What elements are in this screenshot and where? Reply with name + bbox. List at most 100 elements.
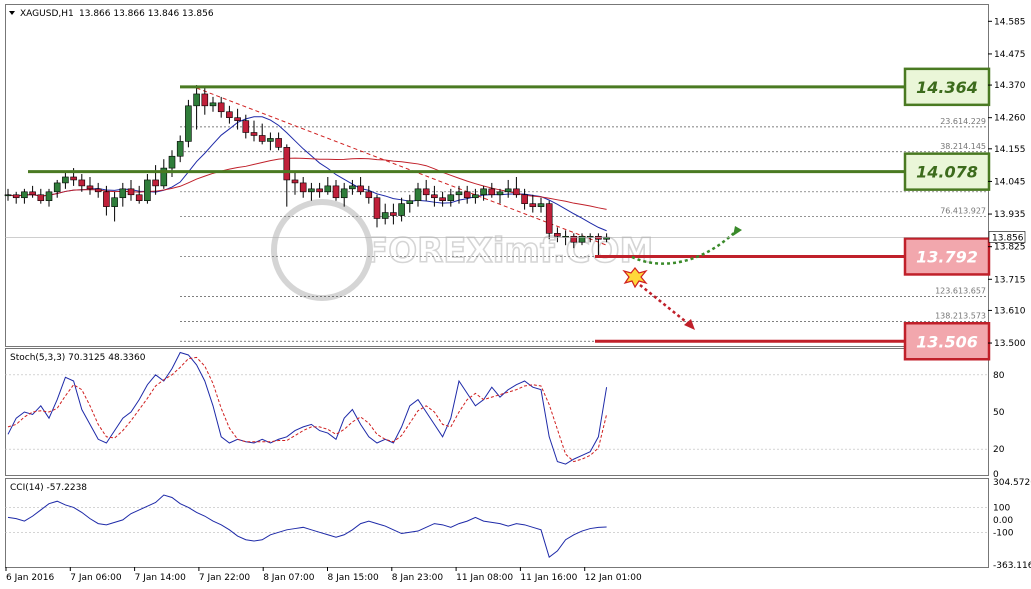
price-tick-label: 14.475 xyxy=(994,50,1026,60)
price-tick-label: 13.935 xyxy=(994,210,1026,220)
time-label: 8 Jan 23:00 xyxy=(392,573,444,583)
fib-price-label: 13.927 xyxy=(958,206,986,215)
bear-candle-body xyxy=(103,191,110,207)
bear-candle-body xyxy=(70,176,77,181)
cci-tick-label: 304.5726 xyxy=(993,478,1031,488)
bull-candle-body xyxy=(455,191,463,196)
price-tick-label: 14.045 xyxy=(994,177,1026,187)
bear-candle-body xyxy=(439,197,446,202)
bear-candle-body xyxy=(275,138,282,148)
ohlc-label: 13.866 13.866 13.846 13.856 xyxy=(79,9,214,19)
bear-candle-body xyxy=(373,197,381,219)
bull-candle-body xyxy=(45,191,53,202)
stoch-label: Stoch(5,3,3) 70.3125 48.3360 xyxy=(10,353,146,363)
fib-price-label: 14.145 xyxy=(958,142,986,151)
bear-candle-body xyxy=(299,182,307,193)
price-tick-label: 13.715 xyxy=(994,275,1026,285)
bull-candle-body xyxy=(537,203,545,207)
bull-candle-body xyxy=(4,194,12,197)
price-tick-label: 14.370 xyxy=(994,81,1026,91)
price-tick-label: 13.500 xyxy=(994,339,1026,349)
bear-candle-body xyxy=(316,188,323,193)
bull-candle-body xyxy=(586,235,594,238)
bear-candle-body xyxy=(431,194,438,199)
bull-candle-body xyxy=(119,188,127,199)
cci-tick-label: -100 xyxy=(993,528,1014,538)
bull-candle-body xyxy=(447,194,455,202)
bear-candle-body xyxy=(283,147,291,181)
bear-candle-body xyxy=(554,233,561,237)
bear-candle-body xyxy=(226,111,233,118)
bear-candle-body xyxy=(488,188,496,196)
bull-candle-body xyxy=(340,188,348,199)
bear-candle-body xyxy=(463,191,471,199)
bull-candle-body xyxy=(472,194,479,199)
time-label: 8 Jan 07:00 xyxy=(263,573,315,583)
bull-candle-body xyxy=(504,188,512,193)
bull-candle-body xyxy=(185,105,192,142)
bear-candle-body xyxy=(135,194,143,202)
bull-candle-body xyxy=(414,188,422,202)
svg-text:FOREXimf.COM: FOREXimf.COM xyxy=(365,231,653,271)
bull-candle-body xyxy=(62,176,69,184)
candle xyxy=(185,99,192,148)
time-label: 11 Jan 16:00 xyxy=(520,573,577,583)
time-label: 7 Jan 22:00 xyxy=(199,573,251,583)
fib-price-label: 14.229 xyxy=(958,117,986,126)
bear-candle-body xyxy=(357,185,364,193)
cci-label: CCI(14) -57.2238 xyxy=(10,483,87,493)
bear-candle-body xyxy=(217,102,225,113)
bear-candle-body xyxy=(234,117,241,121)
current-price-label: 13.856 xyxy=(992,233,1024,243)
bear-candle-body xyxy=(78,179,86,187)
bear-candle-body xyxy=(29,191,36,196)
time-label: 6 Jan 2016 xyxy=(6,573,54,583)
bull-candle-body xyxy=(496,191,504,196)
bull-candle-body xyxy=(562,235,569,238)
fib-ratio-label: 123.6 xyxy=(935,286,958,295)
bear-candle-body xyxy=(250,132,258,136)
bear-candle-body xyxy=(529,203,537,207)
cci-tick-label: 0.00 xyxy=(993,516,1013,526)
resistance-label: 14.078 xyxy=(916,163,978,182)
bull-candle-body xyxy=(53,182,61,193)
stoch-panel xyxy=(5,348,989,476)
stoch-tick-label: 80 xyxy=(993,371,1005,381)
fib-price-label: 13.657 xyxy=(958,286,986,295)
fib-ratio-label: 38.2 xyxy=(940,142,958,151)
forex-chart: FOREXimf.COM 23.6 14.22938.2 14.14576.4 13.… xyxy=(4,4,1031,583)
time-label: 12 Jan 01:00 xyxy=(585,573,642,583)
bull-candle-body xyxy=(308,188,315,193)
bear-candle-body xyxy=(258,135,266,142)
bull-candle-body xyxy=(406,200,414,204)
fib-ratio-label: 76.4 xyxy=(940,206,958,215)
bull-candle-body xyxy=(267,138,274,142)
fib-ratio-label: 138.2 xyxy=(935,311,958,320)
bull-candle-body xyxy=(480,188,487,196)
price-tick-label: 14.260 xyxy=(994,114,1026,124)
resistance-label: 14.364 xyxy=(916,78,978,97)
bull-candle-body xyxy=(209,102,217,107)
bull-candle-body xyxy=(193,93,200,107)
bear-candle-body xyxy=(365,191,373,199)
bull-candle-body xyxy=(398,203,405,216)
bear-candle-body xyxy=(127,188,135,196)
time-label: 11 Jan 08:00 xyxy=(456,573,513,583)
symbol-label: XAGUSD,H1 xyxy=(20,9,74,19)
bear-candle-body xyxy=(94,188,102,193)
candle xyxy=(545,200,553,240)
bull-candle-body xyxy=(168,155,176,169)
bull-candle-body xyxy=(324,185,332,193)
time-label: 8 Jan 15:00 xyxy=(328,573,380,583)
stoch-tick-label: 20 xyxy=(993,445,1005,455)
time-label: 7 Jan 14:00 xyxy=(135,573,187,583)
bull-candle-body xyxy=(349,185,356,190)
bull-candle-body xyxy=(176,141,184,157)
price-tick-label: 13.825 xyxy=(994,243,1026,253)
main-panel xyxy=(5,4,989,347)
bear-candle-body xyxy=(390,212,397,216)
price-tick-label: 14.155 xyxy=(994,145,1026,155)
support-label: 13.792 xyxy=(916,247,978,266)
bear-candle-body xyxy=(201,93,209,107)
cci-tick-label: 100 xyxy=(993,503,1010,513)
